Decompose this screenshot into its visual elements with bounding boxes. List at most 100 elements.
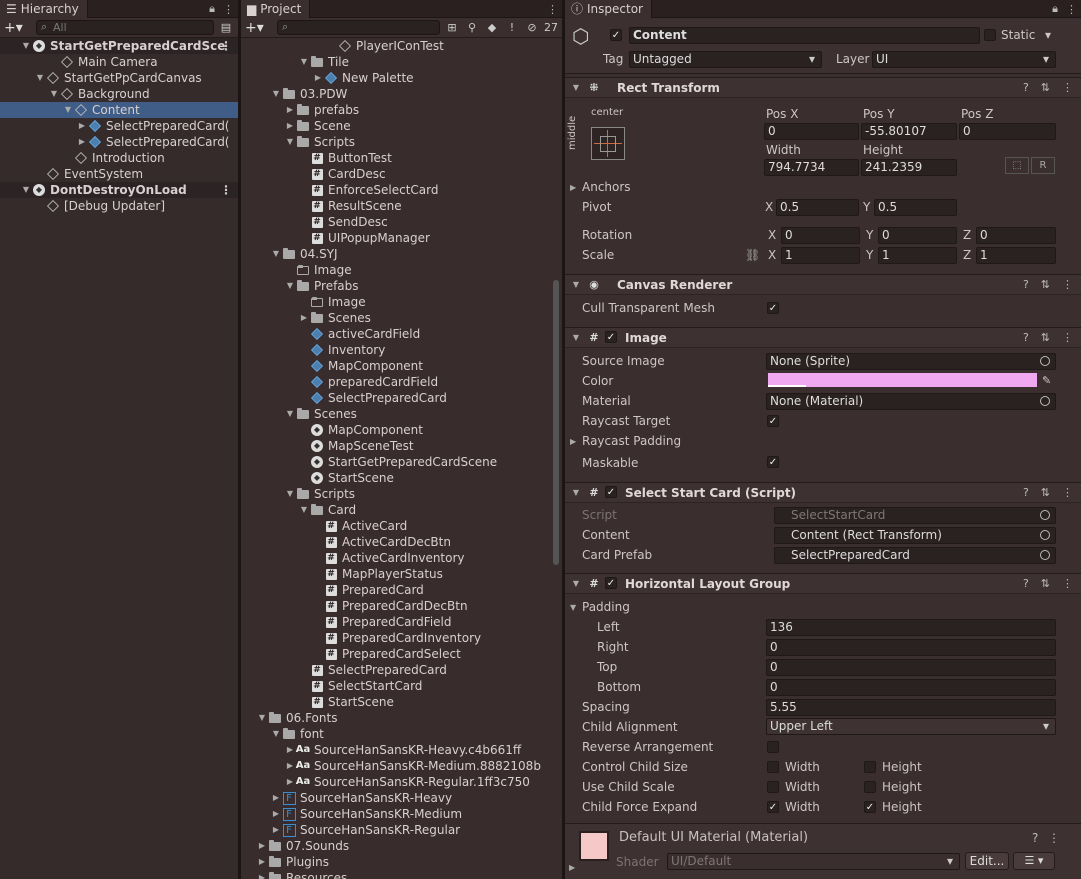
project-item[interactable]: ▼ Prefabs [241, 278, 562, 294]
foldout-arrow-icon[interactable]: ▼ [62, 102, 74, 118]
search-options-icon[interactable]: ▤ [218, 21, 234, 34]
foldout-arrow-icon[interactable]: ▼ [256, 710, 268, 726]
hierarchy-item[interactable]: Main Camera [0, 54, 238, 70]
hlg-enabled-checkbox[interactable]: ✓ [605, 576, 619, 591]
project-item[interactable]: ▶ prefabs [241, 102, 562, 118]
foldout-arrow-icon[interactable]: ▼ [20, 182, 32, 198]
inspector-tab[interactable]: ⓘ Inspector [565, 0, 652, 18]
pivot-x-field[interactable]: 0.5 [776, 199, 859, 216]
more-menu-icon[interactable]: ⋮ [223, 3, 234, 16]
scene-menu-icon[interactable]: ⋮ [220, 182, 232, 198]
foldout-arrow-icon[interactable]: ▶ [284, 758, 296, 774]
foldout-arrow-icon[interactable]: ▶ [256, 854, 268, 870]
project-item[interactable]: # ResultScene [241, 198, 562, 214]
project-item[interactable]: ▶ Aa SourceHanSansKR-Medium.8882108b [241, 758, 562, 774]
force-expand-width-checkbox[interactable]: ✓ [767, 801, 779, 813]
rect-transform-header[interactable]: ▼ ⁜ Rect Transform ? ⇅ ⋮ [565, 77, 1081, 98]
foldout-arrow-icon[interactable]: ▶ [284, 742, 296, 758]
posy-field[interactable]: -55.80107 [861, 123, 957, 140]
project-item[interactable]: ▼ Scripts [241, 486, 562, 502]
project-item[interactable]: # ButtonTest [241, 150, 562, 166]
project-item[interactable]: PlayerIConTest [241, 38, 562, 54]
foldout-arrow-icon[interactable]: ▶ [256, 838, 268, 854]
foldout-arrow-icon[interactable]: ▼ [270, 246, 282, 262]
source-image-field[interactable]: None (Sprite) [766, 353, 1056, 370]
maskable-checkbox[interactable]: ✓ [767, 456, 779, 468]
hierarchy-item[interactable]: [Debug Updater] [0, 198, 238, 214]
hierarchy-item[interactable]: ▶ SelectPreparedCard( [0, 134, 238, 150]
project-item[interactable]: Inventory [241, 342, 562, 358]
color-field[interactable] [768, 373, 1037, 387]
project-item[interactable]: # SelectStartCard [241, 678, 562, 694]
project-item[interactable]: ▶ 07.Sounds [241, 838, 562, 854]
control-size-width-checkbox[interactable] [767, 761, 779, 773]
content-field[interactable]: Content (Rect Transform) [774, 527, 1056, 544]
material-foldout-arrow[interactable]: ▶ [569, 860, 575, 876]
project-item[interactable]: ▶ F SourceHanSansKR-Medium [241, 806, 562, 822]
presets-icon[interactable]: ⇅ [1041, 486, 1050, 499]
edit-shader-button[interactable]: Edit... [965, 852, 1009, 870]
foldout-arrow-icon[interactable]: ▶ [270, 806, 282, 822]
project-item[interactable]: # SendDesc [241, 214, 562, 230]
project-item[interactable]: ▶ New Palette [241, 70, 562, 86]
project-item[interactable]: # PreparedCardSelect [241, 646, 562, 662]
rotation-z-field[interactable]: 0 [976, 227, 1056, 244]
project-item[interactable]: SelectPreparedCard [241, 390, 562, 406]
foldout-arrow-icon[interactable]: ▼ [284, 278, 296, 294]
foldout-arrow-icon[interactable]: ▶ [76, 134, 88, 150]
control-size-height-checkbox[interactable] [864, 761, 876, 773]
help-icon[interactable]: ? [1023, 81, 1029, 94]
project-item[interactable]: # ActiveCardInventory [241, 550, 562, 566]
project-item[interactable]: # EnforceSelectCard [241, 182, 562, 198]
project-item[interactable]: ▶ Scene [241, 118, 562, 134]
project-item[interactable]: ◆ StartScene [241, 470, 562, 486]
create-button[interactable]: +▾ [245, 20, 273, 36]
card-prefab-field[interactable]: SelectPreparedCard [774, 547, 1056, 564]
object-picker-icon[interactable] [1040, 550, 1050, 560]
presets-icon[interactable]: ⇅ [1041, 331, 1050, 344]
project-item[interactable]: # ActiveCardDecBtn [241, 534, 562, 550]
component-menu-icon[interactable]: ⋮ [1062, 278, 1073, 291]
reverse-arrangement-checkbox[interactable] [767, 741, 779, 753]
foldout-arrow-icon[interactable]: ▶ [284, 118, 296, 134]
object-picker-icon[interactable] [1040, 396, 1050, 406]
project-item[interactable]: ▼ Tile [241, 54, 562, 70]
anchors-label[interactable]: Anchors [582, 179, 631, 195]
hierarchy-tab[interactable]: ☰ Hierarchy [0, 0, 88, 18]
force-expand-height-checkbox[interactable]: ✓ [864, 801, 876, 813]
foldout-arrow-icon[interactable]: ▼ [284, 486, 296, 502]
filter-by-type-icon[interactable]: ⚲ [464, 21, 480, 34]
hierarchy-search-input[interactable]: All [36, 20, 214, 35]
hierarchy-item[interactable]: ▼ Content [0, 102, 238, 118]
raycast-target-checkbox[interactable]: ✓ [767, 415, 779, 427]
project-item[interactable]: ▶ Aa SourceHanSansKR-Regular.1ff3c750 [241, 774, 562, 790]
anchor-preset-button[interactable] [591, 127, 625, 160]
foldout-arrow-icon[interactable]: ▼ [34, 70, 46, 86]
project-item[interactable]: ▼ Scenes [241, 406, 562, 422]
image-enabled-checkbox[interactable]: ✓ [605, 330, 619, 345]
constrain-proportions-icon[interactable]: ⛓ [745, 247, 760, 263]
project-item[interactable]: # StartScene [241, 694, 562, 710]
project-item[interactable]: ▶ F SourceHanSansKR-Heavy [241, 790, 562, 806]
foldout-arrow-icon[interactable]: ▼ [270, 86, 282, 102]
spacing-field[interactable]: 5.55 [766, 699, 1056, 716]
project-item[interactable]: ▶ Scenes [241, 310, 562, 326]
lock-icon[interactable]: 🔒︎ [209, 2, 215, 16]
script-enabled-checkbox[interactable]: ✓ [605, 485, 619, 500]
hierarchy-item[interactable]: EventSystem [0, 166, 238, 182]
component-menu-icon[interactable]: ⋮ [1062, 486, 1073, 499]
project-item[interactable]: ▶ F SourceHanSansKR-Regular [241, 822, 562, 838]
component-menu-icon[interactable]: ⋮ [1062, 331, 1073, 344]
hierarchy-item[interactable]: ▼ ◆ DontDestroyOnLoad ⋮ [0, 182, 238, 198]
foldout-arrow-icon[interactable]: ▼ [298, 54, 310, 70]
static-checkbox[interactable] [984, 29, 996, 41]
hierarchy-item[interactable]: Introduction [0, 150, 238, 166]
project-item[interactable]: ▼ font [241, 726, 562, 742]
presets-icon[interactable]: ⇅ [1041, 577, 1050, 590]
project-item[interactable]: # MapPlayerStatus [241, 566, 562, 582]
project-scrollbar[interactable] [553, 280, 559, 565]
project-item[interactable]: ▶ Aa SourceHanSansKR-Heavy.c4b661ff [241, 742, 562, 758]
search-by-type-icon[interactable]: ⊞ [444, 21, 460, 34]
foldout-arrow-icon[interactable]: ▶ [284, 102, 296, 118]
project-item[interactable]: # PreparedCardInventory [241, 630, 562, 646]
